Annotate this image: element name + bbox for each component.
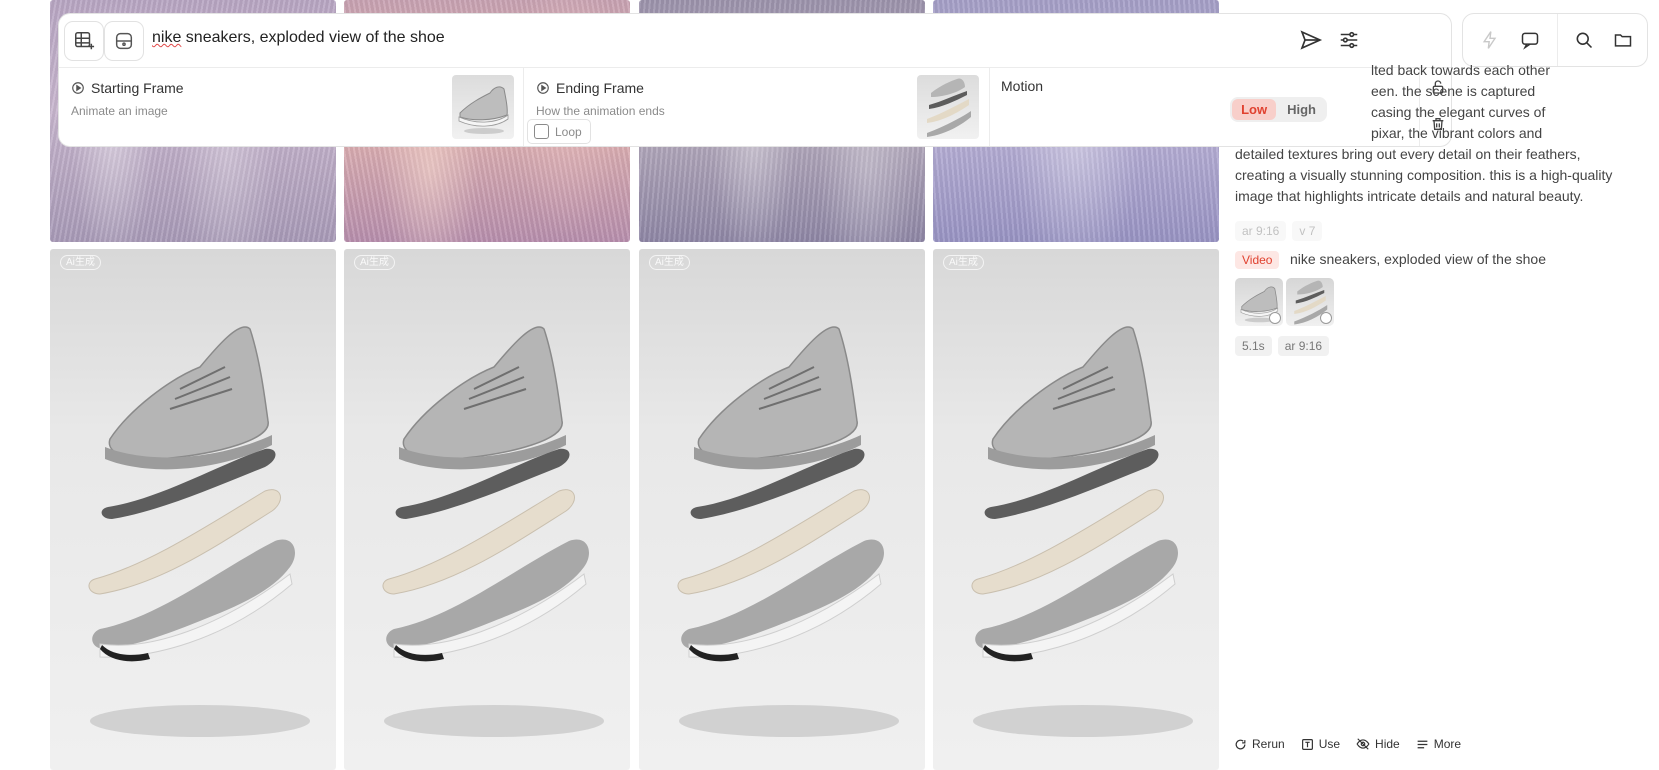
loop-checkbox[interactable] [534, 124, 549, 139]
loop-toggle[interactable]: Loop [527, 119, 591, 144]
lightning-icon [1482, 31, 1497, 49]
desc-line: image that highlights intricate details … [1235, 188, 1584, 204]
use-button[interactable]: Use [1301, 737, 1340, 751]
image-add-icon [75, 32, 95, 50]
send-icon [1300, 30, 1323, 50]
folder-button[interactable] [1609, 26, 1637, 54]
hide-label: Hide [1375, 737, 1400, 751]
desc-line: casing the elegant curves of [1371, 104, 1546, 120]
motion-title: Motion [1001, 78, 1044, 94]
quick-action-button[interactable] [1476, 26, 1504, 54]
desc-line: detailed textures bring out every detail… [1235, 146, 1581, 162]
video-frames [1235, 278, 1645, 326]
ending-frame-thumbnail[interactable] [917, 75, 979, 139]
tag-aspect-ratio[interactable]: ar 9:16 [1277, 336, 1330, 356]
play-icon [1269, 312, 1281, 324]
exploded-shoe-art [971, 326, 1193, 737]
tag-version[interactable]: v 7 [1292, 221, 1323, 241]
play-circle-icon [72, 82, 84, 94]
loop-label: Loop [555, 124, 582, 139]
exploded-shoe-art [677, 326, 899, 737]
hide-button[interactable]: Hide [1356, 737, 1400, 751]
ending-frame-title: Ending Frame [556, 80, 644, 96]
divider [1557, 14, 1558, 66]
sliders-icon [1340, 31, 1358, 49]
job-actions: Rerun Use Hide More [1234, 737, 1461, 751]
toolbar [1462, 13, 1648, 67]
more-button[interactable]: More [1416, 737, 1461, 751]
ending-frame-subtitle: How the animation ends [536, 104, 665, 118]
prompt-bar: nike sneakers, exploded view of the shoe [58, 13, 1452, 67]
video-prompt[interactable]: nike sneakers, exploded view of the shoe [1290, 251, 1546, 267]
video-job-header: Video nike sneakers, exploded view of th… [1235, 251, 1645, 269]
text-box-icon [1301, 738, 1313, 750]
folder-icon [1614, 34, 1632, 47]
face-icon [115, 32, 133, 50]
desc-line: pixar, the vibrant colors and [1371, 125, 1543, 141]
image-tags: ar 9:16 v 7 [1235, 221, 1645, 241]
eye-off-icon [1356, 738, 1370, 750]
shoe-image-2[interactable]: Ai生成 [344, 249, 630, 770]
menu-lines-icon [1417, 740, 1428, 748]
send-button[interactable] [1297, 26, 1325, 54]
rerun-button[interactable]: Rerun [1234, 737, 1285, 751]
chat-icon [1521, 32, 1539, 50]
tag-aspect-ratio[interactable]: ar 9:16 [1235, 221, 1287, 241]
image-prompt-description: lted back towards each other een. the sc… [1235, 60, 1645, 207]
play-circle-icon [537, 82, 549, 94]
chat-button[interactable] [1516, 26, 1544, 54]
tag-duration[interactable]: 5.1s [1235, 336, 1272, 356]
starting-frame-section[interactable]: Starting Frame Animate an image [59, 68, 523, 146]
desc-line: creating a visually stunning composition… [1235, 167, 1613, 183]
end-frame-mini[interactable] [1286, 278, 1334, 326]
rerun-label: Rerun [1252, 737, 1285, 751]
search-button[interactable] [1570, 26, 1598, 54]
use-label: Use [1318, 737, 1341, 751]
video-tags: 5.1s ar 9:16 [1235, 336, 1645, 356]
refresh-icon [1235, 739, 1246, 749]
play-icon [1320, 312, 1332, 324]
starting-frame-thumbnail[interactable] [452, 75, 514, 139]
prompt-rest: sneakers, exploded view of the shoe [181, 29, 445, 46]
shoe-thumbnail-art [458, 86, 509, 134]
shoe-image-3[interactable]: Ai生成 [639, 249, 925, 770]
prompt-input[interactable]: nike sneakers, exploded view of the shoe [152, 29, 445, 47]
style-reference-button[interactable] [104, 21, 144, 61]
more-label: More [1433, 737, 1462, 751]
start-frame-mini[interactable] [1235, 278, 1283, 326]
desc-line: een. the scene is captured [1371, 83, 1536, 99]
starting-frame-title: Starting Frame [91, 80, 184, 96]
desc-line: lted back towards each other [1371, 62, 1550, 78]
shoe-image-1[interactable]: Ai生成 [50, 249, 336, 770]
prompt-first-word: nike [152, 29, 182, 46]
shoe-image-4[interactable]: Ai生成 [933, 249, 1219, 770]
job-details: lted back towards each other een. the sc… [1235, 60, 1645, 356]
search-icon [1576, 32, 1593, 49]
exploded-thumbnail-art [927, 78, 971, 137]
settings-button[interactable] [1335, 26, 1363, 54]
exploded-shoe-art [382, 326, 604, 737]
exploded-shoe-art [88, 326, 310, 737]
add-image-button[interactable] [64, 21, 104, 61]
video-badge: Video [1235, 251, 1280, 269]
starting-frame-subtitle: Animate an image [71, 104, 168, 118]
ending-frame-section[interactable]: Ending Frame How the animation ends [524, 68, 988, 146]
